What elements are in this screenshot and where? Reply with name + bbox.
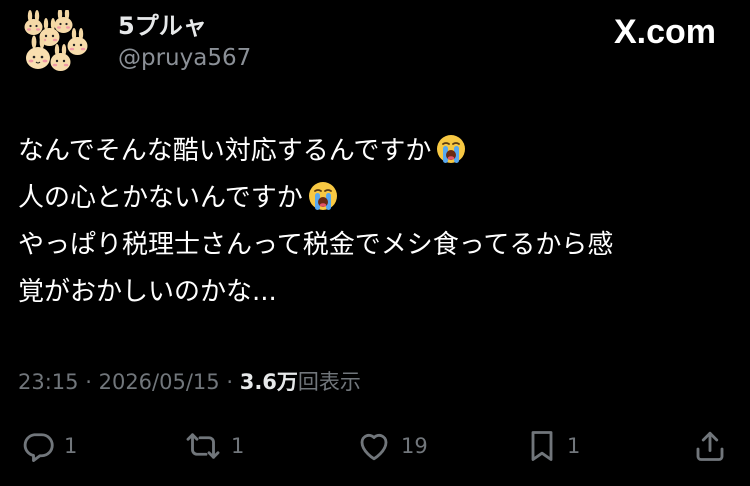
loudly-crying-face-icon	[435, 133, 467, 181]
heart-icon	[355, 428, 393, 464]
tweet-line: 人の心とかないんですか	[18, 175, 730, 222]
views-count[interactable]: 3.6万	[240, 370, 298, 394]
repost-button[interactable]: 1	[183, 424, 244, 468]
bookmark-icon	[525, 428, 559, 464]
tweet-line: やっぱり税理士さんって税金でメシ食ってるから感	[18, 230, 614, 260]
bookmark-button[interactable]: 1	[525, 424, 580, 468]
rabbit-cluster-icon	[24, 8, 88, 71]
like-button[interactable]: 19	[355, 424, 428, 468]
share-icon	[692, 428, 728, 464]
action-bar: 1 1 19 1	[0, 424, 750, 468]
bookmark-count: 1	[567, 434, 581, 458]
author-handle[interactable]: @pruya567	[118, 44, 251, 72]
tweet-line-text: 人の心とかないんですか	[18, 183, 303, 213]
reply-count: 1	[64, 434, 78, 458]
reply-icon	[20, 428, 56, 464]
tweet-line: 覚がおかしいのかな...	[18, 277, 277, 307]
like-count: 19	[401, 434, 428, 458]
author-display-name[interactable]: 5プルャ	[118, 12, 207, 40]
repost-count: 1	[231, 434, 245, 458]
views-label: 回表示	[297, 370, 361, 394]
meta-separator: ·	[85, 370, 92, 394]
tweet-line: なんでそんな酷い対応するんですか	[18, 128, 730, 175]
tweet-meta: 23:15 · 2026/05/15 · 3.6万回表示	[18, 368, 361, 396]
reply-button[interactable]: 1	[20, 424, 77, 468]
brand-text: X.com	[613, 13, 716, 51]
x-com-watermark: X.com	[614, 14, 716, 50]
loudly-crying-face-icon	[307, 180, 339, 228]
tweet-text: なんでそんな酷い対応するんですか 人の心とかないんですか やっぱり税理士さんって…	[18, 128, 730, 316]
avatar[interactable]	[18, 8, 96, 76]
tweet-time[interactable]: 23:15	[18, 370, 79, 394]
tweet-date[interactable]: 2026/05/15	[99, 370, 220, 394]
repost-icon	[183, 428, 223, 464]
share-button[interactable]	[692, 424, 728, 468]
meta-separator: ·	[226, 370, 234, 394]
tweet-line-text: なんでそんな酷い対応するんですか	[18, 136, 432, 166]
